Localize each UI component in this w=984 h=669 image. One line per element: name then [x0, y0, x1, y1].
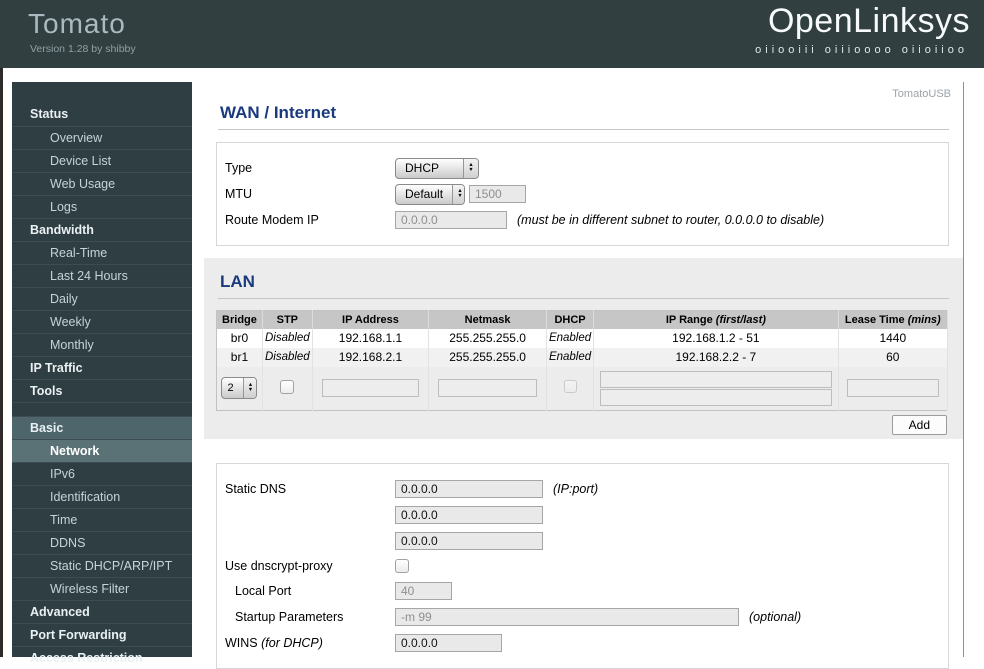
- static-dns-input-2[interactable]: [395, 506, 543, 524]
- select-stepper-icon: ▲ ▼: [452, 184, 464, 204]
- wan-section: WAN / Internet Type DHCP ▲ ▼ MTU Default …: [204, 82, 963, 246]
- new-netmask-input[interactable]: [438, 379, 537, 398]
- startup-parameters-input[interactable]: [395, 608, 739, 626]
- sidebar-section-access-restriction[interactable]: Access Restriction: [12, 646, 192, 669]
- static-dns-input-1[interactable]: [395, 480, 543, 498]
- wan-title: WAN / Internet: [220, 103, 337, 122]
- lan-title: LAN: [220, 272, 255, 291]
- select-stepper-icon: ▲ ▼: [463, 158, 478, 178]
- brand-binary-code: oiiooiii oiiioooo oiioiioo: [755, 44, 968, 56]
- sidebar-section-advanced[interactable]: Advanced: [12, 600, 192, 623]
- col-lease-time: Lease Time (mins): [838, 310, 949, 329]
- new-bridge-select[interactable]: 2 ▲ ▼: [221, 377, 258, 400]
- sidebar-section-status[interactable]: Status: [12, 103, 192, 126]
- new-stp-checkbox[interactable]: [280, 379, 295, 394]
- wan-type-select[interactable]: DHCP ▲ ▼: [395, 157, 479, 179]
- wan-route-modem-ip-input[interactable]: [395, 211, 507, 229]
- sidebar-item-weekly[interactable]: Weekly: [12, 310, 192, 333]
- new-bridge-value: 2: [227, 382, 234, 395]
- wan-mtu-label: MTU: [225, 187, 253, 201]
- sidebar-item-time[interactable]: Time: [12, 508, 192, 531]
- lan-new-entry-row: 2 ▲ ▼: [216, 366, 949, 411]
- col-ip-range: IP Range (first/last): [593, 310, 839, 329]
- sidebar-item-ipv6[interactable]: IPv6: [12, 462, 192, 485]
- dnscrypt-label: Use dnscrypt-proxy: [225, 559, 333, 573]
- sidebar-item-web-usage[interactable]: Web Usage: [12, 172, 192, 195]
- col-bridge: Bridge: [216, 310, 263, 329]
- lan-section: LAN Bridge STP IP Address Netmask DHCP I…: [204, 258, 963, 439]
- sidebar-spacer: [12, 402, 192, 416]
- new-dhcp-checkbox[interactable]: [563, 380, 577, 394]
- col-dhcp: DHCP: [546, 310, 595, 329]
- local-port-label: Local Port: [235, 584, 292, 598]
- lan-table-header-row: Bridge STP IP Address Netmask DHCP IP Ra…: [216, 310, 949, 329]
- sidebar-item-identification[interactable]: Identification: [12, 485, 192, 508]
- static-dns-label: Static DNS: [225, 482, 287, 496]
- wan-fieldset: Type DHCP ▲▼ MTU Default ▲▼ Route Modem …: [216, 142, 949, 246]
- sidebar-item-overview[interactable]: Overview: [12, 126, 192, 149]
- version-label: Version 1.28 by shibby: [30, 43, 136, 55]
- sidebar-item-static-dhcp-arp-ipt[interactable]: Static DHCP/ARP/IPT: [12, 554, 192, 577]
- local-port-input[interactable]: [395, 582, 452, 600]
- sidebar-item-logs[interactable]: Logs: [12, 195, 192, 218]
- sidebar-item-real-time[interactable]: Real-Time: [12, 241, 192, 264]
- startup-parameters-label: Startup Parameters: [235, 610, 344, 624]
- new-ip-range-last-input[interactable]: [600, 388, 832, 406]
- col-ip-address: IP Address: [312, 310, 430, 329]
- sidebar-section-port-forwarding[interactable]: Port Forwarding: [12, 623, 192, 646]
- sidebar-item-last-24-hours[interactable]: Last 24 Hours: [12, 264, 192, 287]
- sidebar-item-daily[interactable]: Daily: [12, 287, 192, 310]
- new-lease-time-input[interactable]: [846, 379, 939, 398]
- wins-label: WINS (for DHCP): [225, 636, 323, 650]
- window-left-edge: [0, 68, 3, 657]
- wan-mtu-select-value: Default: [405, 187, 444, 201]
- sidebar-item-device-list[interactable]: Device List: [12, 149, 192, 172]
- startup-parameters-note: (optional): [749, 610, 802, 624]
- sidebar: Status Overview Device List Web Usage Lo…: [12, 82, 192, 665]
- wan-mtu-select[interactable]: Default ▲ ▼: [395, 183, 465, 205]
- sidebar-item-ddns[interactable]: DDNS: [12, 531, 192, 554]
- wan-route-modem-ip-note: (must be in different subnet to router, …: [517, 213, 825, 227]
- sidebar-section-ip-traffic[interactable]: IP Traffic: [12, 356, 192, 379]
- wins-input[interactable]: [395, 634, 502, 652]
- sidebar-item-network[interactable]: Network: [12, 439, 192, 462]
- static-dns-note: (IP:port): [553, 482, 599, 496]
- lan-table: Bridge STP IP Address Netmask DHCP IP Ra…: [216, 310, 949, 411]
- sidebar-item-monthly[interactable]: Monthly: [12, 333, 192, 356]
- dns-section: Static DNS (IP:port) Use dnscrypt-proxy …: [204, 439, 963, 669]
- dnscrypt-checkbox[interactable]: [395, 559, 409, 573]
- select-stepper-icon: ▲ ▼: [243, 378, 257, 399]
- app-header: Tomato Version 1.28 by shibby OpenLinksy…: [0, 0, 984, 68]
- main-content: TomatoUSB WAN / Internet Type DHCP ▲ ▼ MT…: [204, 82, 964, 669]
- col-stp: STP: [262, 310, 313, 329]
- sidebar-section-basic[interactable]: Basic: [12, 416, 192, 439]
- table-row[interactable]: br1 Disabled 192.168.2.1 255.255.255.0 E…: [216, 347, 949, 367]
- sidebar-section-bandwidth[interactable]: Bandwidth: [12, 218, 192, 241]
- wan-type-label: Type: [225, 161, 253, 175]
- tomato-logo: Tomato: [28, 8, 126, 39]
- divider: [218, 298, 949, 299]
- tomatousb-watermark: TomatoUSB: [892, 88, 951, 100]
- wan-route-modem-ip-label: Route Modem IP: [225, 213, 319, 227]
- add-button[interactable]: Add: [891, 415, 947, 435]
- col-netmask: Netmask: [428, 310, 547, 329]
- table-row[interactable]: br0 Disabled 192.168.1.1 255.255.255.0 E…: [216, 328, 949, 348]
- wan-mtu-input[interactable]: [469, 185, 526, 203]
- new-ip-address-input[interactable]: [321, 379, 420, 398]
- divider: [218, 129, 949, 130]
- sidebar-item-wireless-filter[interactable]: Wireless Filter: [12, 577, 192, 600]
- sidebar-section-tools[interactable]: Tools: [12, 379, 192, 402]
- wan-type-value: DHCP: [405, 161, 440, 175]
- lan-add-bar: Add: [204, 411, 963, 439]
- new-ip-range-first-input[interactable]: [600, 370, 832, 388]
- openlinksys-brand: OpenLinksys: [767, 2, 970, 40]
- dns-fieldset: Static DNS (IP:port) Use dnscrypt-proxy …: [216, 463, 949, 669]
- static-dns-input-3[interactable]: [395, 532, 543, 550]
